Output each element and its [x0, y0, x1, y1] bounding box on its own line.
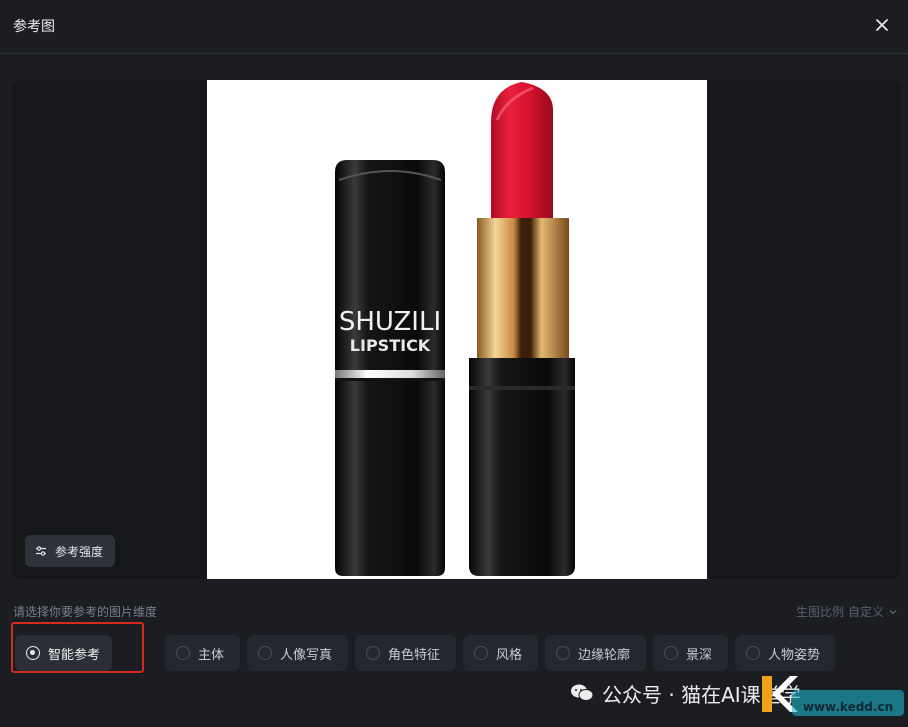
radio-icon — [746, 646, 760, 660]
radio-icon — [664, 646, 678, 660]
dialog-header: 参考图 — [0, 0, 908, 54]
option-label: 边缘轮廓 — [578, 647, 631, 663]
option-label: 人物姿势 — [768, 647, 821, 663]
ratio-selector[interactable]: 生图比例 自定义 — [796, 603, 898, 620]
radio-icon — [556, 646, 570, 660]
option-pose[interactable]: 人物姿势 — [735, 635, 835, 671]
dialog-title: 参考图 — [13, 19, 55, 35]
wechat-icon — [571, 684, 594, 701]
product-text: LIPSTICK — [350, 336, 431, 355]
option-label: 风格 — [496, 647, 523, 663]
option-portrait[interactable]: 人像写真 — [247, 635, 348, 671]
chevron-down-icon — [889, 609, 897, 614]
reference-strength-label: 参考强度 — [55, 544, 104, 559]
close-button[interactable] — [870, 13, 894, 37]
option-label: 角色特征 — [388, 647, 441, 663]
option-smart-reference[interactable]: 智能参考 — [15, 635, 112, 671]
option-style[interactable]: 风格 — [463, 635, 538, 671]
option-label: 主体 — [198, 647, 225, 663]
radio-icon — [176, 646, 190, 660]
reference-strength-button[interactable]: 参考强度 — [25, 535, 116, 567]
option-label: 人像写真 — [280, 647, 333, 663]
option-label: 景深 — [686, 647, 713, 663]
reference-image-preview: SHUZILI LIPSTICK 参考强度 — [12, 80, 901, 579]
lipstick-image: SHUZILI LIPSTICK — [335, 82, 575, 576]
option-depth-of-field[interactable]: 景深 — [653, 635, 728, 671]
dimension-prompt: 请选择你要参考的图片维度 — [13, 605, 158, 619]
radio-icon — [26, 646, 40, 660]
option-subject[interactable]: 主体 — [165, 635, 240, 671]
dimension-options: 智能参考 主体 人像写真 角色特征 风格 边缘轮廓 景深 人物姿势 — [0, 635, 908, 671]
option-edge-contour[interactable]: 边缘轮廓 — [545, 635, 646, 671]
watermark-domain: www.kedd.cn — [792, 690, 904, 716]
ratio-value: 自定义 — [847, 605, 884, 619]
sliders-icon — [36, 546, 46, 556]
brand-text: SHUZILI — [339, 307, 441, 337]
close-icon — [876, 19, 888, 31]
radio-icon — [474, 646, 488, 660]
option-character-features[interactable]: 角色特征 — [355, 635, 456, 671]
option-label: 智能参考 — [48, 647, 101, 663]
reference-image: SHUZILI LIPSTICK — [207, 80, 707, 579]
ratio-label: 生图比例 — [795, 605, 844, 619]
radio-icon — [366, 646, 380, 660]
radio-icon — [258, 646, 272, 660]
